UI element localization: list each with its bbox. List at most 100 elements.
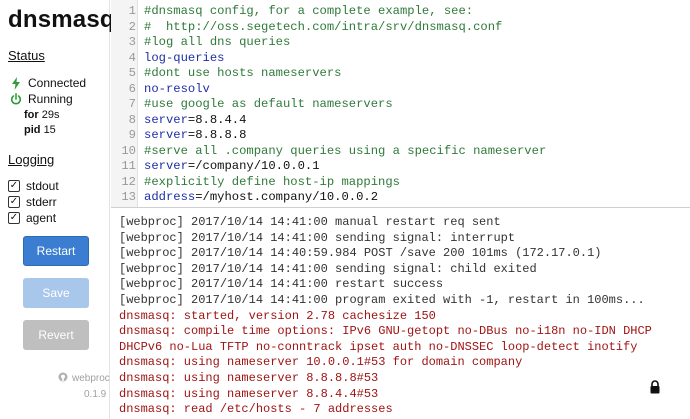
code-value: =/myhost.company/10.0.0.2 <box>195 190 379 204</box>
uptime-key: for <box>24 109 39 121</box>
running-label: Running <box>28 92 73 106</box>
uptime-row: for 29s <box>24 109 59 121</box>
code-text: server=/company/10.0.0.1 <box>144 158 320 174</box>
code-comment: #log all dns queries <box>144 35 291 49</box>
line-number: 2 <box>128 19 136 34</box>
footer-brand[interactable]: webproc <box>58 372 110 385</box>
revert-button[interactable]: Revert <box>23 320 89 350</box>
log-line: DHCPv6 no-Lua TFTP no-conntrack ipset au… <box>119 339 638 354</box>
editor-line[interactable]: 7 #use google as default nameservers <box>111 96 690 112</box>
line-number: 10 <box>121 143 136 158</box>
log-line: [webproc] 2017/10/14 14:40:59.984 POST /… <box>119 246 602 261</box>
stdout-label: stdout <box>26 179 59 193</box>
editor-line[interactable]: 9 server=8.8.8.8 <box>111 127 690 143</box>
config-editor[interactable]: 1 #dnsmasq config, for a complete example… <box>111 0 690 207</box>
code-comment: #explicitly define host-ip mappings <box>144 174 400 189</box>
log-line: dnsmasq: using nameserver 10.0.0.1#53 fo… <box>119 355 523 370</box>
log-line: dnsmasq: read /etc/hosts - 7 addresses <box>119 402 393 417</box>
code-comment: # http://oss.segetech.com/intra/srv/dnsm… <box>144 19 503 34</box>
code-key: server <box>144 112 188 127</box>
editor-line[interactable]: 13 address=/myhost.company/10.0.0.2 <box>111 189 690 205</box>
sidebar: dnsmasq Status Connected Running for 29s… <box>0 0 115 419</box>
log-line: [webproc] 2017/10/14 14:41:00 manual res… <box>119 215 501 229</box>
code-text: #dnsmasq config, for a complete example,… <box>144 3 473 19</box>
code-text: #dont use hosts nameservers <box>144 65 341 81</box>
github-icon <box>58 372 68 385</box>
code-key: server <box>144 128 188 142</box>
editor-line[interactable]: 10 #serve all .company queries using a sp… <box>111 143 690 159</box>
line-number: 5 <box>128 66 136 80</box>
code-comment: #use google as default nameservers <box>144 97 393 111</box>
code-key: server <box>144 159 188 173</box>
logging-heading: Logging <box>8 152 55 167</box>
log-line: dnsmasq: compile time options: IPv6 GNU-… <box>119 324 652 339</box>
lock-icon[interactable] <box>649 380 661 394</box>
code-comment: #dont use hosts nameservers <box>144 66 342 80</box>
log-line: dnsmasq: using nameserver 8.8.8.8#53 <box>119 371 379 385</box>
editor-line[interactable]: 2 # http://oss.segetech.com/intra/srv/dns… <box>111 19 690 35</box>
code-key: address <box>144 190 196 204</box>
code-value: =8.8.4.4 <box>187 112 247 127</box>
code-comment: #serve all .company queries using a spec… <box>144 143 547 158</box>
code-text: server=8.8.4.4 <box>144 112 246 128</box>
editor-line[interactable]: 3 #log all dns queries <box>111 34 690 50</box>
logging-option-agent[interactable]: ✓ agent <box>8 211 56 225</box>
log-panel: [webproc] 2017/10/14 14:41:00 manual res… <box>111 207 690 419</box>
log-line: dnsmasq: using nameserver 8.8.4.4#53 <box>119 386 379 401</box>
stderr-label: stderr <box>26 195 57 209</box>
save-button[interactable]: Save <box>23 278 89 308</box>
pid-value: 15 <box>43 124 56 136</box>
line-number: 13 <box>121 190 136 204</box>
agent-checkbox[interactable]: ✓ <box>8 212 20 224</box>
line-number: 6 <box>128 81 136 96</box>
code-value: =/company/10.0.0.1 <box>187 159 320 173</box>
log-line: [webproc] 2017/10/14 14:41:00 sending si… <box>119 261 537 276</box>
power-icon <box>10 93 22 105</box>
code-text: address=/myhost.company/10.0.0.2 <box>144 189 378 205</box>
editor-line[interactable]: 6 no-resolv <box>111 81 690 97</box>
line-number: 3 <box>128 35 136 49</box>
app-title: dnsmasq <box>8 6 115 33</box>
bolt-icon <box>10 76 22 90</box>
editor-line[interactable]: 1 #dnsmasq config, for a complete example… <box>111 3 690 19</box>
line-number: 11 <box>121 159 136 173</box>
editor-line[interactable]: 12 #explicitly define host-ip mappings <box>111 174 690 190</box>
agent-label: agent <box>26 211 57 225</box>
editor-line[interactable]: 4 log-queries <box>111 50 690 66</box>
restart-button[interactable]: Restart <box>23 236 89 266</box>
status-running: Running <box>10 92 73 106</box>
log-line: [webproc] 2017/10/14 14:41:00 restart su… <box>119 277 444 292</box>
code-text: server=8.8.8.8 <box>144 127 246 143</box>
line-number: 1 <box>128 4 136 18</box>
log-line: dnsmasq: started, version 2.78 cachesize… <box>119 308 436 323</box>
code-text: # http://oss.segetech.com/intra/srv/dnsm… <box>144 19 502 35</box>
version-label: 0.1.9 <box>84 389 107 400</box>
editor-line[interactable]: 5 #dont use hosts nameservers <box>111 65 690 81</box>
code-text: #explicitly define host-ip mappings <box>144 174 400 190</box>
line-number: 12 <box>121 174 136 189</box>
editor-line[interactable]: 11 server=/company/10.0.0.1 <box>111 158 690 174</box>
pid-key: pid <box>24 124 41 136</box>
code-key: no-resolv <box>144 81 210 96</box>
line-number: 7 <box>128 97 136 111</box>
stdout-checkbox[interactable]: ✓ <box>8 180 20 192</box>
code-value: =8.8.8.8 <box>187 128 247 142</box>
code-text: no-resolv <box>144 81 210 97</box>
logging-option-stderr[interactable]: ✓ stderr <box>8 195 57 209</box>
code-text: log-queries <box>144 50 224 66</box>
line-number: 8 <box>128 112 136 127</box>
pid-row: pid 15 <box>24 124 56 136</box>
code-text: #log all dns queries <box>144 34 290 50</box>
stderr-checkbox[interactable]: ✓ <box>8 196 20 208</box>
code-text: #serve all .company queries using a spec… <box>144 143 546 159</box>
line-number: 4 <box>128 50 136 65</box>
logging-option-stdout[interactable]: ✓ stdout <box>8 179 59 193</box>
code-text: #use google as default nameservers <box>144 96 393 112</box>
status-heading: Status <box>8 48 45 63</box>
code-key: log-queries <box>144 50 225 65</box>
code-comment: #dnsmasq config, for a complete example,… <box>144 4 474 18</box>
brand-label: webproc <box>72 373 110 384</box>
status-connected: Connected <box>10 76 86 90</box>
line-number: 9 <box>128 128 136 142</box>
editor-line[interactable]: 8 server=8.8.4.4 <box>111 112 690 128</box>
